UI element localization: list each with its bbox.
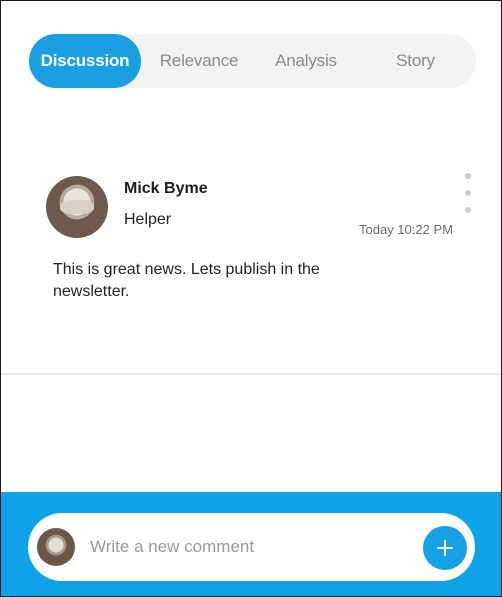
divider bbox=[1, 373, 501, 375]
tab-relevance[interactable]: Relevance bbox=[141, 34, 257, 88]
composer-bar bbox=[1, 492, 501, 596]
tab-story[interactable]: Story bbox=[355, 34, 476, 88]
user-avatar bbox=[37, 528, 75, 566]
app-frame: Discussion Relevance Analysis Story Mick… bbox=[0, 0, 502, 597]
more-vertical-icon[interactable] bbox=[463, 173, 473, 213]
comment-timestamp: Today 10:22 PM bbox=[359, 222, 453, 237]
comment-role: Helper bbox=[124, 211, 172, 228]
comment-author: Mick Byme bbox=[124, 180, 208, 197]
tab-bar: Discussion Relevance Analysis Story bbox=[29, 34, 476, 88]
plus-icon bbox=[437, 540, 453, 556]
comment-card: Mick Byme Helper Today 10:22 PM This is … bbox=[1, 161, 501, 373]
avatar[interactable] bbox=[46, 176, 108, 238]
tab-discussion[interactable]: Discussion bbox=[29, 34, 141, 88]
add-comment-button[interactable] bbox=[423, 526, 467, 570]
tab-analysis[interactable]: Analysis bbox=[257, 34, 355, 88]
comment-body: This is great news. Lets publish in the … bbox=[53, 261, 320, 300]
composer-pill bbox=[28, 513, 475, 581]
comment-input[interactable] bbox=[90, 531, 410, 563]
